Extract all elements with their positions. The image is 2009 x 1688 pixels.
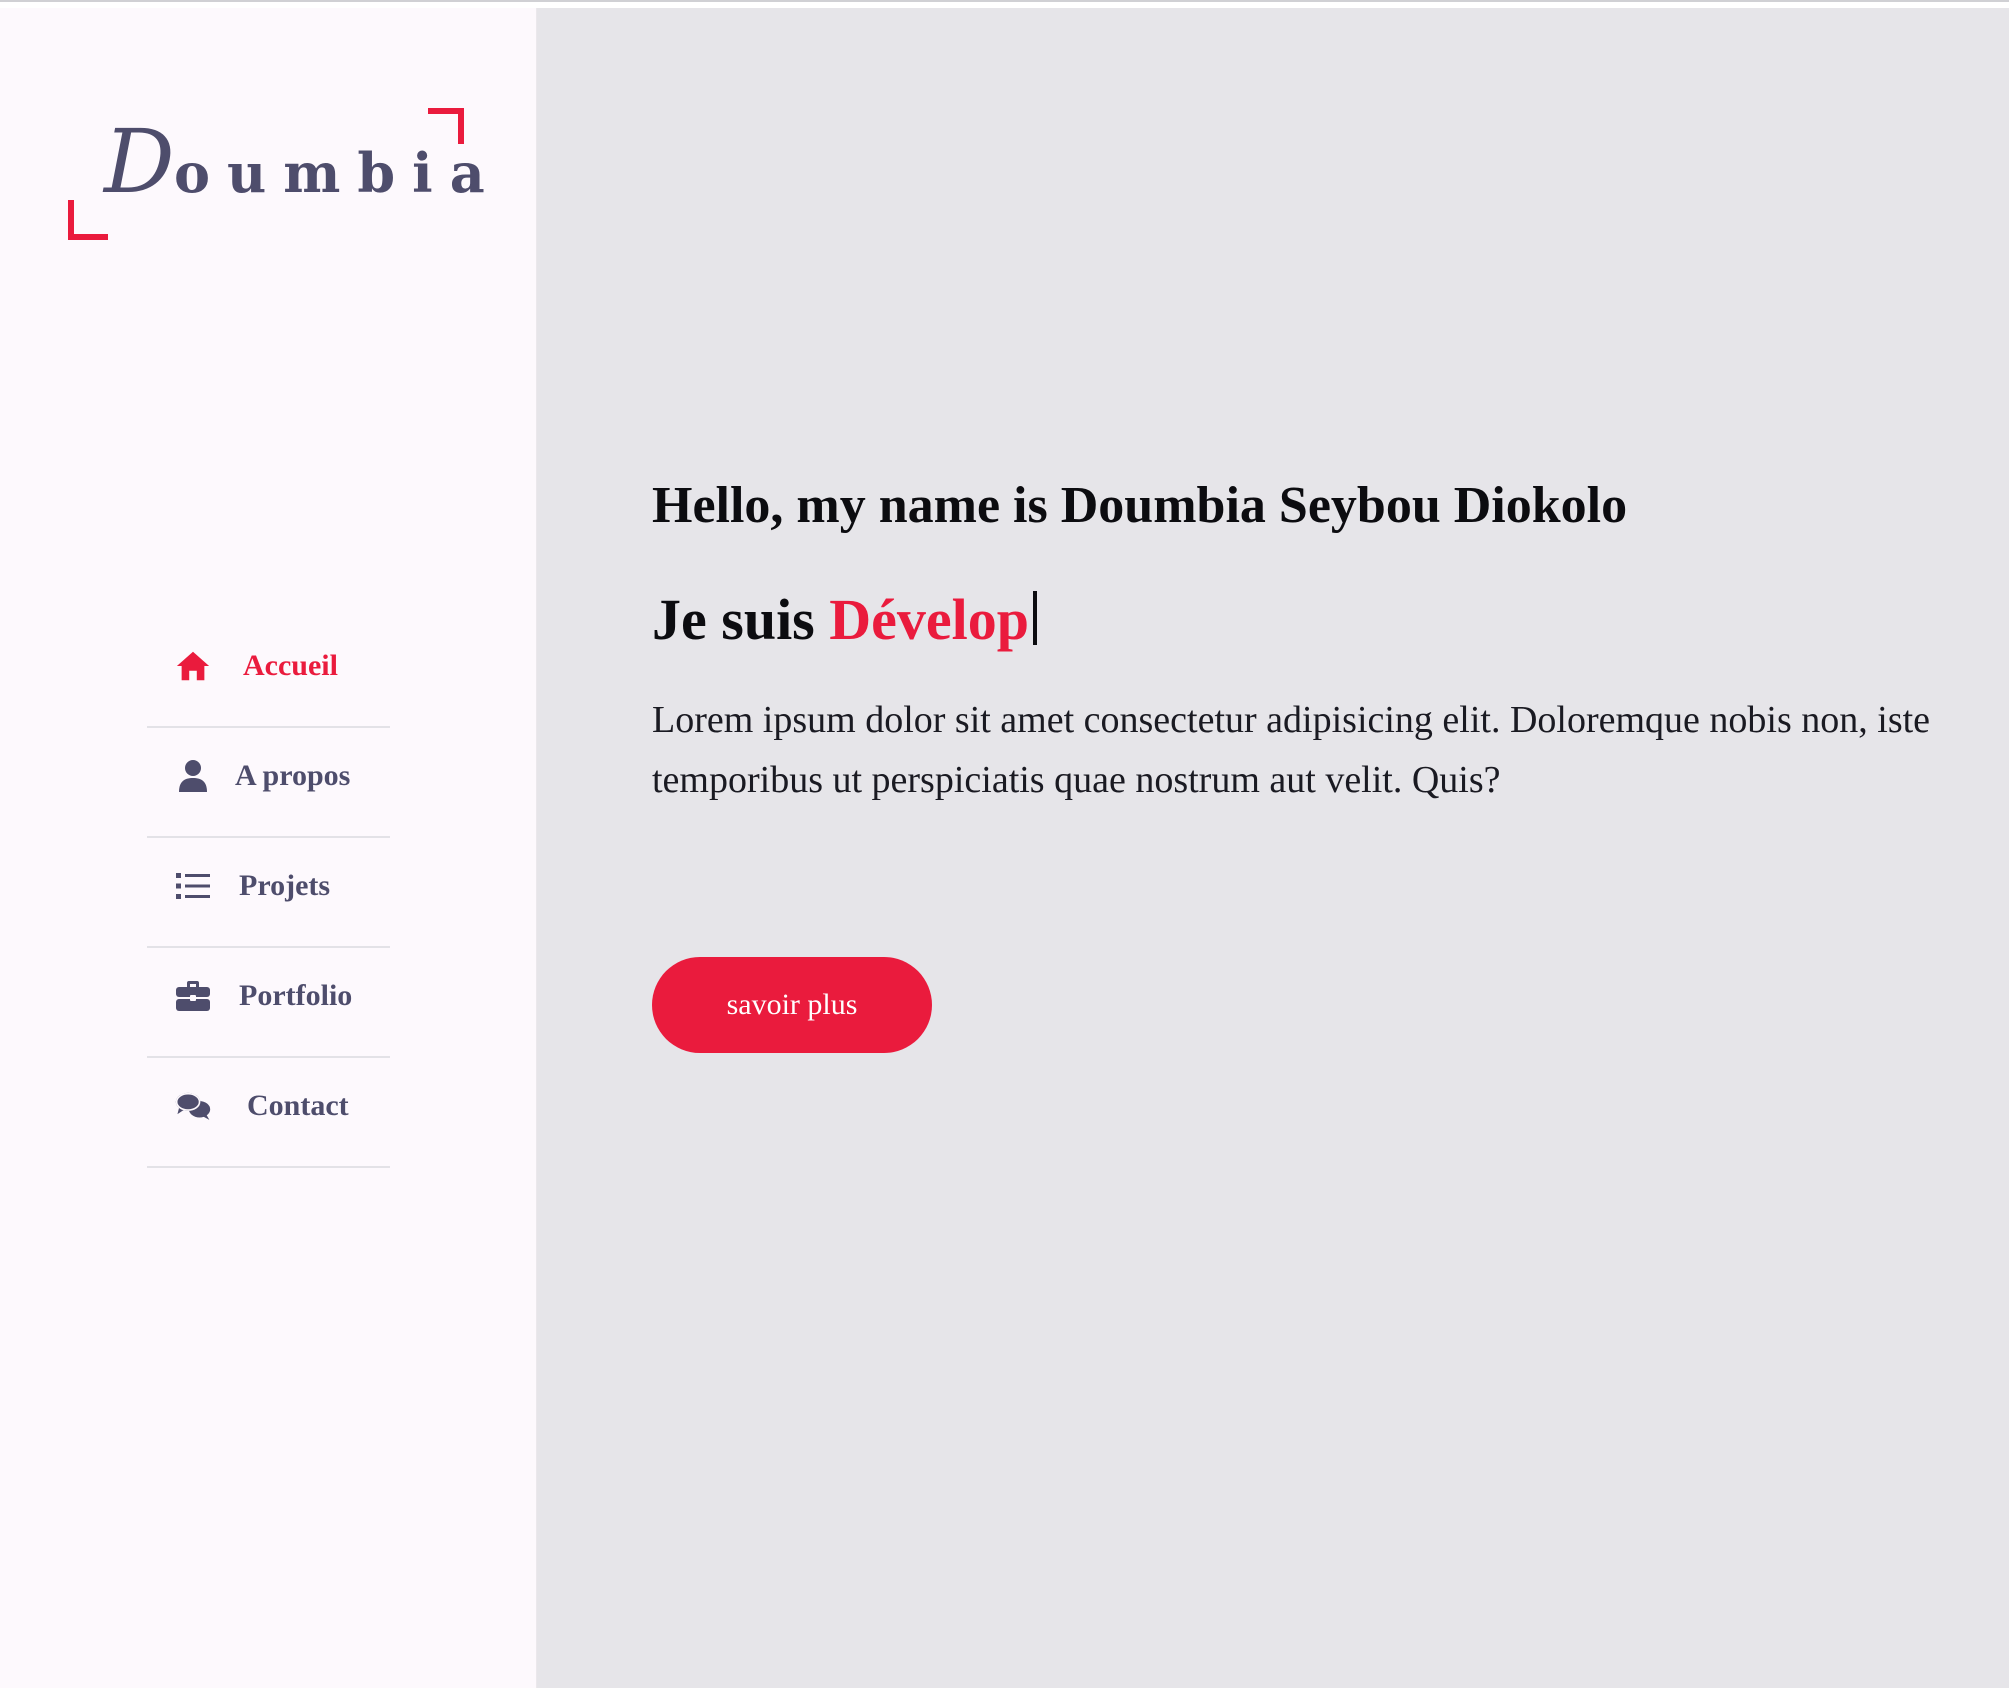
nav-item-accueil[interactable]: Accueil [147,620,390,728]
page: D oumbia Accueil A propos Projets Portfo… [0,0,2009,1688]
hero-greeting: Hello, my name is Doumbia Seybou Diokolo [652,477,1628,534]
logo-text: oumbia [174,141,502,205]
comments-icon [175,1088,211,1124]
hero-section: Hello, my name is Doumbia Seybou Diokolo… [652,470,1952,810]
main-content [537,8,2009,1688]
logo-bracket-bottom-left [68,200,108,240]
nav-item-contact[interactable]: Contact [147,1060,390,1168]
logo-initial: D [104,110,175,213]
nav-item-label: Contact [247,1089,349,1122]
home-icon [175,648,211,684]
briefcase-icon [175,978,211,1014]
user-icon [175,758,211,794]
nav-item-portfolio[interactable]: Portfolio [147,950,390,1058]
list-icon [175,868,211,904]
nav-item-a-propos[interactable]: A propos [147,730,390,838]
sidebar-nav: Accueil A propos Projets Portfolio Conta… [147,620,390,1170]
logo[interactable]: D oumbia [68,108,485,248]
hero-role-typed: Dévelop [829,587,1030,652]
nav-item-label: Projets [239,869,331,902]
hero-role: Je suis Dévelop [652,586,1952,654]
hero-role-prefix: Je suis [652,587,830,652]
logo-bracket-top-right [428,108,464,144]
sidebar: D oumbia Accueil A propos Projets Portfo… [0,8,537,1688]
nav-item-projets[interactable]: Projets [147,840,390,948]
nav-item-label: A propos [235,759,351,792]
typing-caret [1033,591,1038,645]
savoir-plus-button[interactable]: savoir plus [652,957,932,1053]
nav-item-label: Accueil [243,649,338,682]
nav-item-label: Portfolio [239,979,353,1012]
hero-description: Lorem ipsum dolor sit amet consectetur a… [652,699,1931,801]
